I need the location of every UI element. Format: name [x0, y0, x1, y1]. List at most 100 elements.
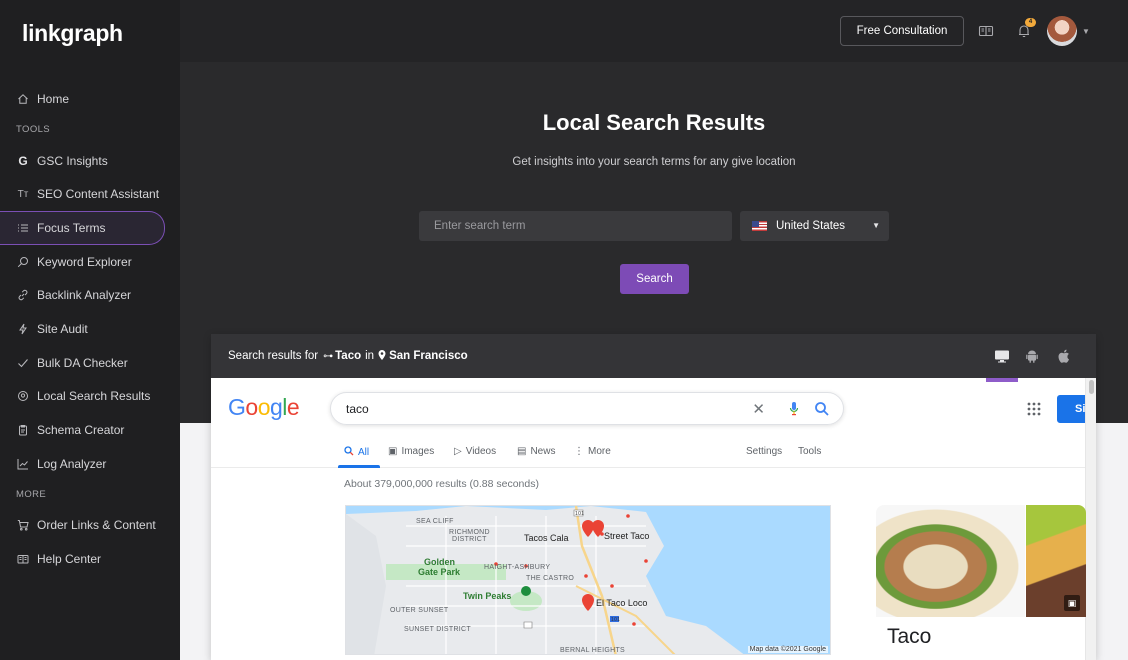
sidebar-item-order-links-content[interactable]: Order Links & Content [0, 509, 180, 543]
results-term: Taco [335, 350, 362, 362]
sidebar-item-schema-creator[interactable]: Schema Creator [0, 413, 180, 447]
results-location: San Francisco [389, 350, 468, 362]
tab-all[interactable]: All [344, 446, 369, 459]
key-icon: ⊶ [323, 350, 334, 362]
map-park-label: Golden [424, 557, 455, 567]
tab-videos[interactable]: ▷ Videos [454, 446, 496, 457]
tab-images[interactable]: ▣ Images [388, 446, 434, 457]
desktop-icon[interactable] [994, 348, 1010, 364]
tab-label: Images [401, 446, 435, 457]
sidebar-item-local-search-results[interactable]: Local Search Results [0, 380, 180, 414]
avatar[interactable] [1047, 16, 1077, 46]
map-place-label[interactable]: Tacos Cala [524, 533, 569, 543]
country-select-value: United States [776, 220, 846, 232]
tab-settings[interactable]: Settings [746, 446, 782, 457]
result-stats: About 379,000,000 results (0.88 seconds) [344, 478, 539, 490]
taco-image[interactable] [876, 505, 1025, 617]
map-label: THE CASTRO [526, 575, 575, 582]
sidebar-item-label: SEO Content Assistant [37, 187, 160, 202]
sidebar-item-label: Focus Terms [37, 220, 106, 235]
page-title: Local Search Results [542, 110, 766, 135]
map-place-label[interactable]: Street Taco [604, 531, 649, 541]
sidebar-item-log-analyzer[interactable]: Log Analyzer [0, 447, 180, 481]
free-consultation-button[interactable]: Free Consultation [840, 16, 964, 46]
map-park-label: Twin Peaks [463, 591, 512, 601]
sidebar-item-bulk-da-checker[interactable]: Bulk DA Checker [0, 346, 180, 380]
microphone-icon[interactable] [789, 401, 799, 417]
google-search-box[interactable]: taco ✕ [330, 392, 844, 425]
sidebar-item-focus-terms[interactable]: Focus Terms [0, 211, 165, 245]
knowledge-panel-title: Taco [887, 625, 932, 648]
taco-image[interactable]: ▣ [1026, 505, 1086, 617]
results-header: Search results for ⊶ Taco in San Francis… [211, 334, 1096, 378]
sidebar-item-label: Help Center [37, 552, 102, 567]
active-tab-indicator [338, 465, 380, 468]
map-credit: Map data ©2021 Google [747, 646, 828, 653]
clipboard-icon [17, 424, 29, 436]
local-map[interactable]: SEA CLIFF RICHMOND DISTRICT HAIGHT-ASHBU… [345, 505, 831, 655]
map-label: BERNAL HEIGHTS [560, 647, 626, 654]
tab-label: Settings [746, 446, 783, 457]
chevron-down-icon: ▼ [872, 221, 880, 230]
scroll-indicator [986, 378, 1018, 382]
chevron-down-icon[interactable]: ▼ [1082, 27, 1090, 36]
book-icon [17, 553, 29, 565]
map-label: SUNSET DISTRICT [404, 626, 471, 633]
news-icon: ▤ [517, 446, 527, 457]
notification-badge: 4 [1025, 18, 1036, 27]
play-icon: ▷ [454, 446, 462, 457]
sidebar-item-label: Local Search Results [37, 389, 151, 404]
map-park-label: Gate Park [418, 567, 461, 577]
sidebar-item-label: Schema Creator [37, 423, 125, 438]
sidebar-item-label: Bulk DA Checker [37, 355, 128, 370]
app-logo[interactable]: linkgraph [22, 20, 123, 47]
sidebar-item-home[interactable]: Home [0, 82, 180, 116]
sidebar-item-label: GSC Insights [37, 153, 108, 168]
tab-tools[interactable]: Tools [798, 446, 821, 457]
sidebar-item-keyword-explorer[interactable]: Keyword Explorer [0, 245, 180, 279]
tab-label: Tools [798, 446, 822, 457]
country-select[interactable]: United States ▼ [740, 211, 889, 241]
text-tt-icon: Tт [17, 188, 29, 200]
android-icon[interactable] [1024, 348, 1040, 364]
search-button[interactable]: Search [620, 264, 689, 294]
map-label: SEA CLIFF [416, 518, 454, 525]
tab-more[interactable]: ⋮ More [574, 446, 611, 457]
scrollbar-thumb[interactable] [1089, 380, 1094, 394]
location-pin-icon [17, 390, 29, 402]
map-label: DISTRICT [452, 536, 487, 543]
tab-news[interactable]: ▤ News [517, 446, 555, 457]
sidebar-nav: Home TOOLS G GSC Insights Tт SEO Content… [0, 82, 180, 576]
apple-icon[interactable] [1056, 348, 1072, 364]
search-icon [17, 256, 29, 268]
us-flag-icon [752, 221, 767, 231]
sidebar-item-label: Order Links & Content [37, 518, 156, 533]
image-gallery-icon[interactable]: ▣ [1064, 595, 1080, 611]
results-prefix: Search results for [228, 350, 319, 362]
sidebar-section-more: MORE [16, 489, 47, 501]
close-icon[interactable]: ✕ [752, 400, 765, 418]
sidebar-item-label: Keyword Explorer [37, 254, 132, 269]
serp-preview: Google taco ✕ Si All ▣ Images ▷ Videos ▤… [211, 378, 1096, 660]
search-term-input[interactable] [419, 211, 732, 241]
search-icon[interactable] [814, 401, 830, 417]
sidebar: linkgraph Home TOOLS G GSC Insights Tт S… [0, 0, 180, 660]
scrollbar[interactable] [1085, 378, 1096, 660]
apps-grid-icon[interactable] [1027, 402, 1041, 416]
map-place-label[interactable]: El Taco Loco [596, 598, 647, 608]
results-in: in [365, 350, 375, 362]
results-panel: Search results for ⊶ Taco in San Francis… [211, 334, 1096, 660]
sidebar-section-tools: TOOLS [16, 124, 51, 136]
sidebar-item-backlink-analyzer[interactable]: Backlink Analyzer [0, 278, 180, 312]
sidebar-item-site-audit[interactable]: Site Audit [0, 312, 180, 346]
top-bar: Free Consultation 4 ▼ [180, 0, 1128, 62]
sidebar-item-gsc-insights[interactable]: G GSC Insights [0, 144, 180, 178]
sidebar-item-help-center[interactable]: Help Center [0, 542, 180, 576]
google-tabs: All ▣ Images ▷ Videos ▤ News ⋮ More Sett… [211, 440, 1085, 468]
home-icon [17, 93, 29, 105]
book-icon[interactable] [978, 23, 994, 39]
map-label: RICHMOND [449, 529, 490, 536]
google-logo: Google [228, 394, 300, 420]
sidebar-item-seo-content-assistant[interactable]: Tт SEO Content Assistant [0, 177, 180, 211]
google-g-icon: G [18, 153, 28, 168]
